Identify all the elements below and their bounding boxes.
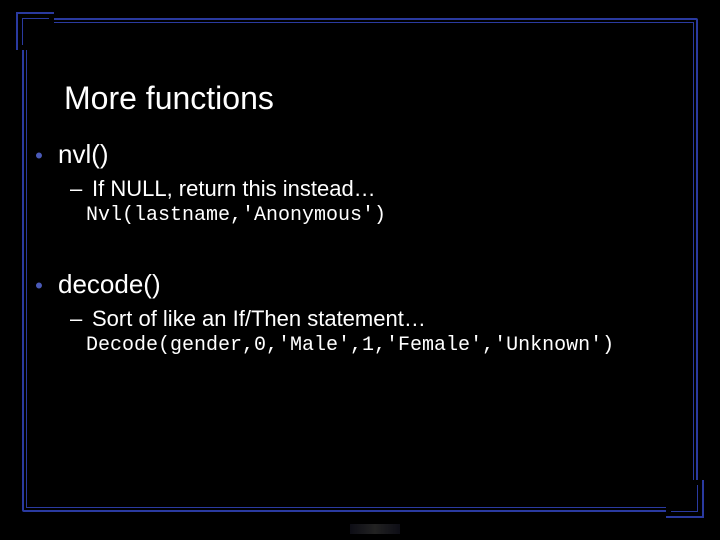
sub-text: If NULL, return this instead… — [92, 176, 376, 202]
sub-item: – Sort of like an If/Then statement… — [70, 306, 690, 332]
corner-top-left — [16, 12, 54, 50]
slide-content: More functions • nvl() – If NULL, return… — [30, 80, 690, 357]
dash-icon: – — [70, 176, 84, 202]
bullet-item: • decode() — [30, 269, 690, 300]
bullet-icon: • — [30, 275, 48, 297]
dash-icon: – — [70, 306, 84, 332]
footer-mark — [350, 524, 400, 534]
sub-item: – If NULL, return this instead… — [70, 176, 690, 202]
bullet-text: decode() — [58, 269, 161, 300]
code-line: Decode(gender,0,'Male',1,'Female','Unkno… — [86, 334, 690, 357]
sub-text: Sort of like an If/Then statement… — [92, 306, 426, 332]
corner-bottom-right — [666, 480, 704, 518]
code-line: Nvl(lastname,'Anonymous') — [86, 204, 690, 227]
bullet-icon: • — [30, 145, 48, 167]
bullet-item: • nvl() — [30, 139, 690, 170]
bullet-text: nvl() — [58, 139, 109, 170]
slide-title: More functions — [64, 80, 690, 117]
